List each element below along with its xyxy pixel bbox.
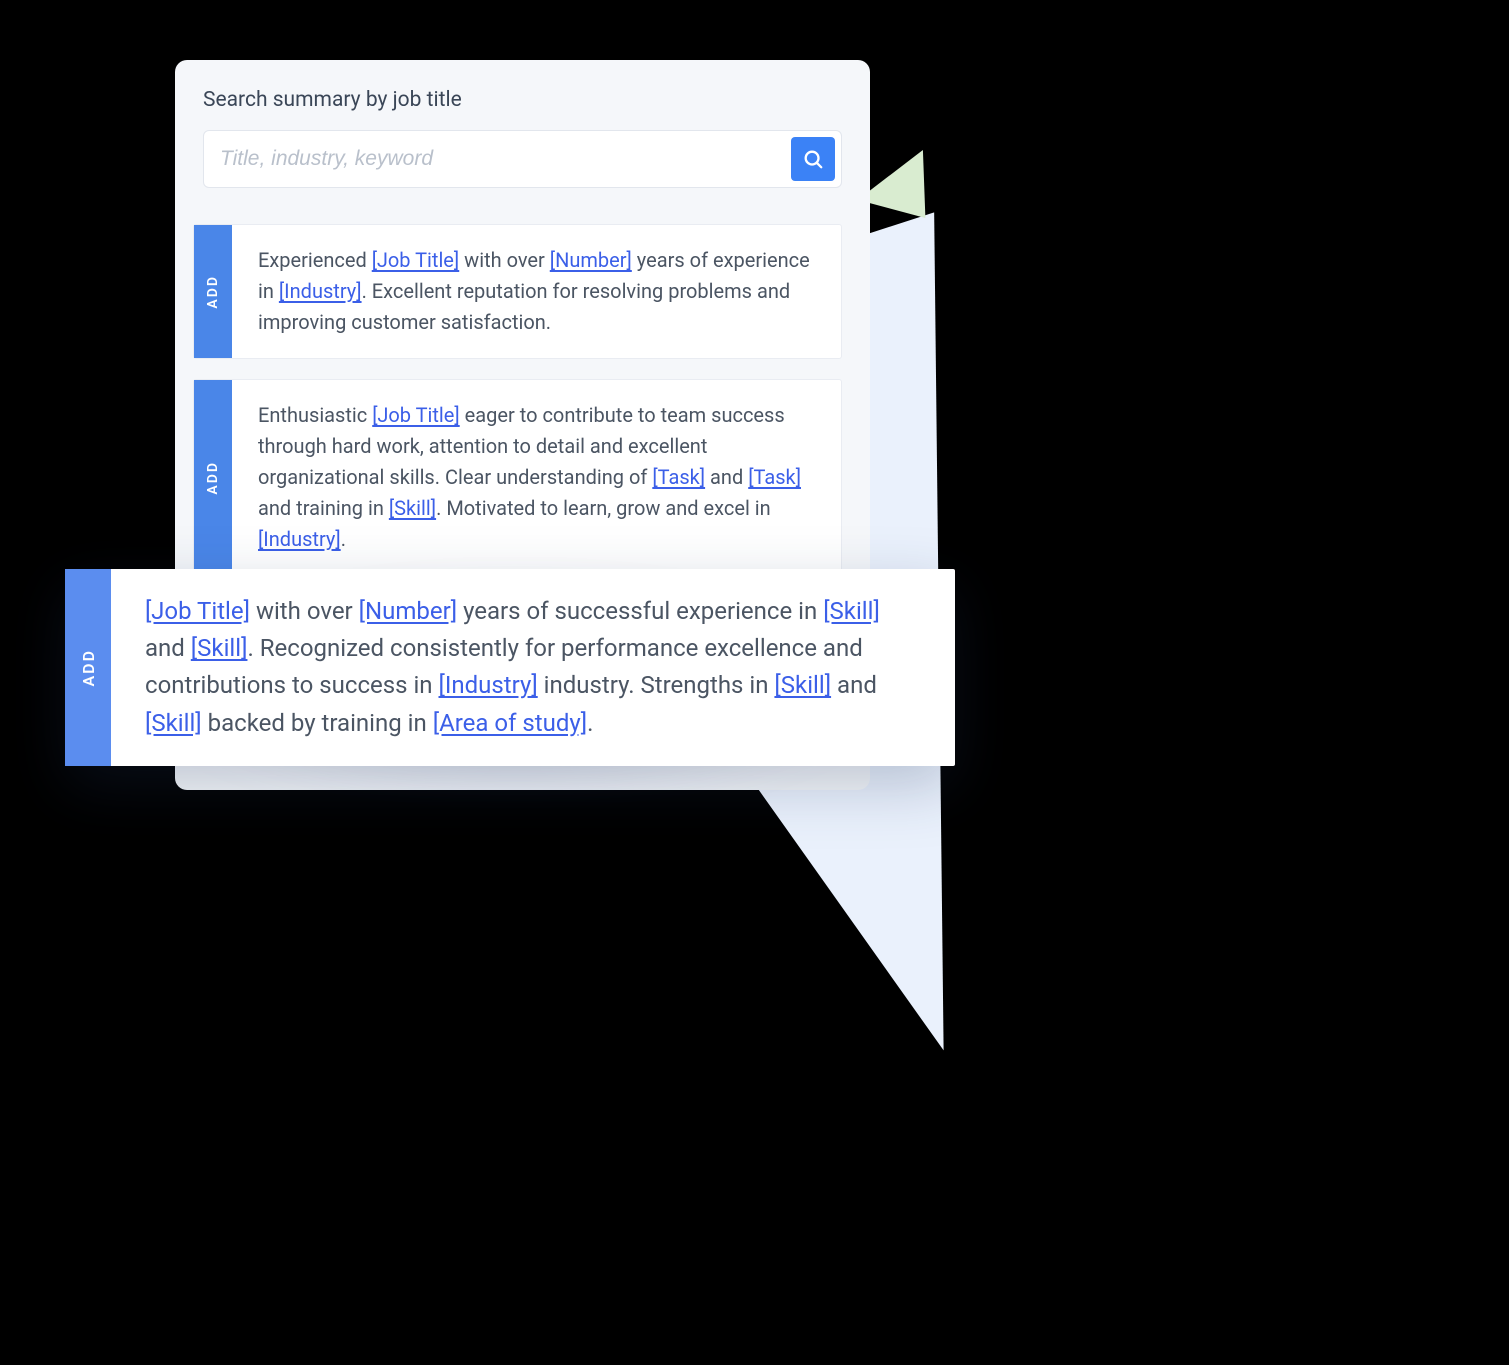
decor-triangle-small [858,137,942,218]
placeholder-token[interactable]: [Job Title] [145,597,250,625]
add-button[interactable]: ADD [65,569,111,766]
search-icon [802,148,824,170]
summary-card: ADD Enthusiastic [Job Title] eager to con… [193,379,842,576]
text-fragment: with over [250,597,359,625]
text-fragment: Enthusiastic [258,403,372,427]
search-input[interactable] [210,139,791,179]
placeholder-token[interactable]: [Number] [359,597,457,625]
placeholder-token[interactable]: [Area of study] [433,709,587,737]
text-fragment: backed by training in [202,709,433,737]
text-fragment: . Motivated to learn, grow and excel in [436,496,771,520]
text-fragment: and [831,671,877,699]
text-fragment: industry. Strengths in [538,671,775,699]
summary-card-list: ADD Experienced [Job Title] with over [Nu… [203,224,842,576]
summary-text: Enthusiastic [Job Title] eager to contri… [232,380,841,575]
panel-title: Search summary by job title [203,88,842,112]
add-button[interactable]: ADD [194,225,232,358]
placeholder-token[interactable]: [Industry] [279,279,362,303]
text-fragment: Experienced [258,248,372,272]
summary-card-popout: ADD [Job Title] with over [Number] years… [65,569,955,766]
placeholder-token[interactable]: [Job Title] [372,248,459,272]
summary-text: [Job Title] with over [Number] years of … [111,569,955,766]
placeholder-token[interactable]: [Skill] [191,634,248,662]
placeholder-token[interactable]: [Skill] [145,709,202,737]
placeholder-token[interactable]: [Skill] [389,496,436,520]
placeholder-token[interactable]: [Task] [652,465,705,489]
placeholder-token[interactable]: [Skill] [774,671,831,699]
placeholder-token[interactable]: [Task] [748,465,801,489]
add-label: ADD [205,461,221,495]
search-button[interactable] [791,137,835,181]
placeholder-token[interactable]: [Skill] [823,597,880,625]
text-fragment: . [587,709,593,737]
text-fragment: . [341,527,346,551]
text-fragment: and [705,465,748,489]
text-fragment: with over [459,248,550,272]
add-label: ADD [79,649,98,687]
placeholder-token[interactable]: [Industry] [439,671,538,699]
search-field-wrap [203,130,842,188]
placeholder-token[interactable]: [Job Title] [372,403,459,427]
text-fragment: and training in [258,496,389,520]
placeholder-token[interactable]: [Number] [550,248,632,272]
summary-card: ADD Experienced [Job Title] with over [Nu… [193,224,842,359]
placeholder-token[interactable]: [Industry] [258,527,341,551]
add-label: ADD [205,275,221,309]
summary-text: Experienced [Job Title] with over [Numbe… [232,225,841,358]
text-fragment: and [145,634,191,662]
text-fragment: years of successful experience in [457,597,823,625]
add-button[interactable]: ADD [194,380,232,575]
